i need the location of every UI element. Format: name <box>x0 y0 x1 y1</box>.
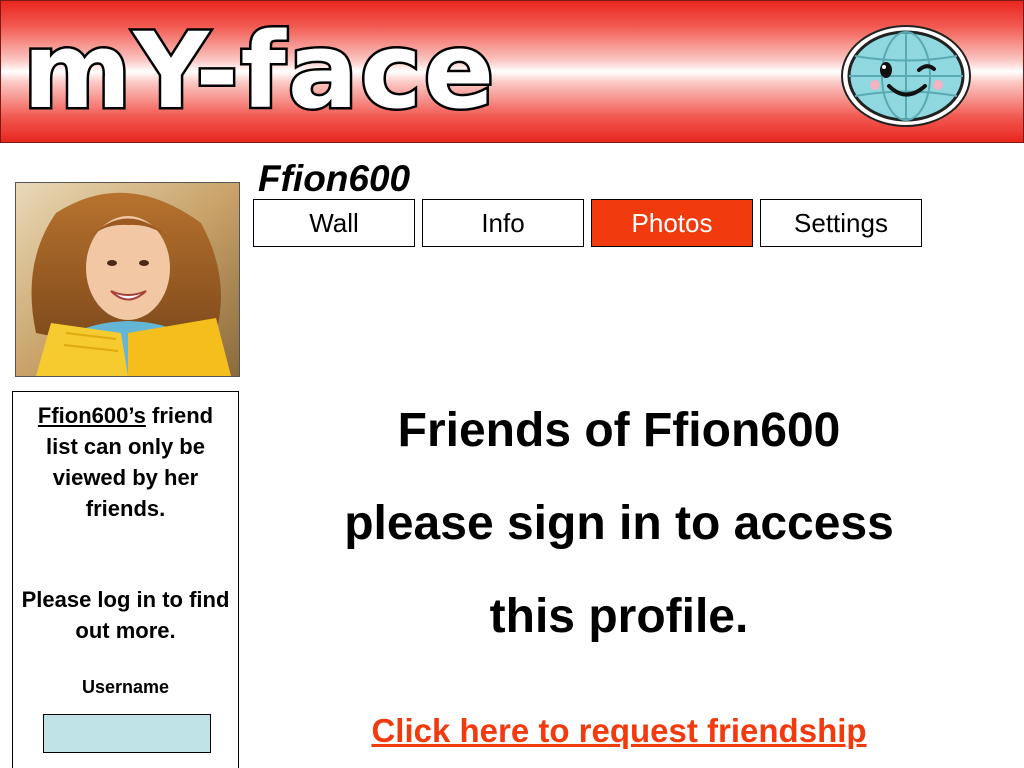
sign-in-heading-line-2: please sign in to access <box>344 497 894 550</box>
username-input[interactable] <box>43 714 211 753</box>
tab-info[interactable]: Info <box>422 199 584 247</box>
username-label: Username <box>81 677 170 697</box>
page: mY-face Ffion600 Wall Info Photos Settin… <box>0 0 1024 768</box>
sign-in-heading-line-3: this profile. <box>489 590 749 643</box>
profile-photo <box>15 182 240 377</box>
sidebar-login-box: Ffion600’s friend list can only be viewe… <box>12 391 239 768</box>
privacy-message: Ffion600’s friend list can only be viewe… <box>19 400 232 524</box>
header-banner: mY-face <box>0 0 1024 143</box>
request-friendship-link[interactable]: Click here to request friendship <box>300 712 938 750</box>
profile-name-title: Ffion600 <box>258 158 411 199</box>
sign-in-heading-line-1: Friends of Ffion600 <box>397 404 841 457</box>
tab-wall[interactable]: Wall <box>253 199 415 247</box>
site-logo[interactable]: mY-face <box>20 17 496 126</box>
tab-photos[interactable]: Photos <box>591 199 753 247</box>
owner-name-link[interactable]: Ffion600’s <box>38 403 146 428</box>
sign-in-message: Friends of Ffion600 please sign in to ac… <box>300 384 938 663</box>
login-prompt: Please log in to find out more. <box>21 587 230 643</box>
smiling-globe-icon[interactable] <box>839 23 973 129</box>
tab-settings[interactable]: Settings <box>760 199 922 247</box>
